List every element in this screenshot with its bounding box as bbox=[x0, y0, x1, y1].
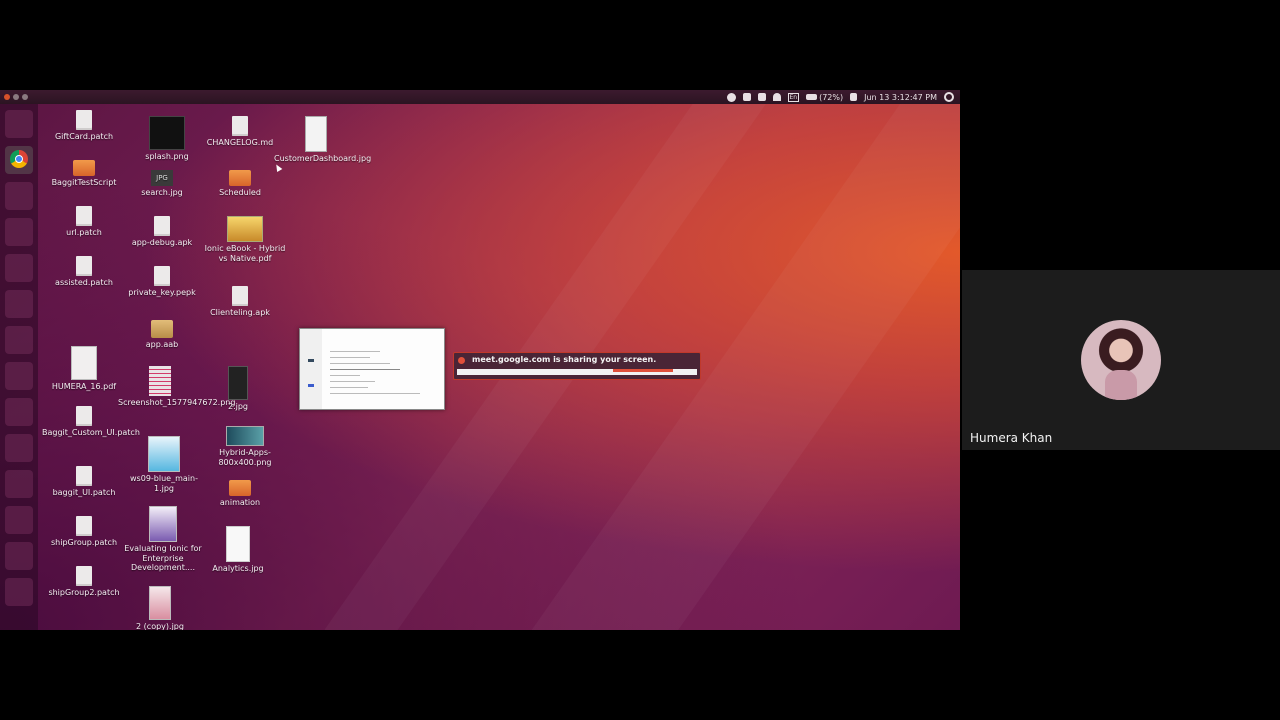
share-message: meet.google.com is sharing your screen. bbox=[472, 355, 657, 364]
markdown-file-icon bbox=[232, 116, 248, 136]
launcher-item-app[interactable] bbox=[5, 326, 33, 354]
apk-file-icon bbox=[154, 216, 170, 236]
chrome-icon bbox=[10, 150, 28, 168]
desktop-file[interactable]: Ionic eBook - Hybrid vs Native.pdf bbox=[203, 216, 287, 263]
desktop-file[interactable]: url.patch bbox=[42, 206, 126, 238]
desktop-file[interactable]: 2.jpg bbox=[196, 366, 280, 412]
desktop-file[interactable]: assisted.patch bbox=[42, 256, 126, 288]
desktop-file[interactable]: CustomerDashboard.jpg bbox=[274, 116, 371, 164]
chrome-tray-icon[interactable] bbox=[726, 92, 736, 102]
desktop-file[interactable]: Clienteling.apk bbox=[198, 286, 282, 318]
maximize-icon[interactable] bbox=[22, 94, 28, 100]
desktop-file[interactable]: Baggit_Custom_UI.patch bbox=[42, 406, 140, 438]
jpg-icon: JPG bbox=[151, 170, 173, 186]
printer-icon[interactable] bbox=[757, 93, 766, 101]
desktop-file[interactable]: Evaluating Ionic for Enterprise Developm… bbox=[121, 506, 205, 573]
key-file-icon bbox=[154, 266, 170, 286]
desktop-file[interactable]: Screenshot_1577947672.png bbox=[118, 366, 235, 408]
folder-icon bbox=[229, 170, 251, 186]
clock[interactable]: Jun 13 3:12:47 PM bbox=[864, 93, 937, 102]
desktop-file[interactable]: private_key.pepk bbox=[120, 266, 204, 298]
desktop-file[interactable]: Analytics.jpg bbox=[196, 526, 280, 574]
pdf-thumbnail-icon bbox=[227, 216, 263, 242]
launcher-item-app[interactable] bbox=[5, 398, 33, 426]
battery-icon bbox=[806, 94, 818, 100]
desktop-file[interactable]: shipGroup.patch bbox=[42, 516, 126, 548]
desktop-file[interactable]: GiftCard.patch bbox=[42, 110, 126, 142]
screen-share-notification: meet.google.com is sharing your screen. bbox=[453, 352, 701, 380]
image-thumbnail-icon bbox=[228, 366, 248, 400]
patch-file-icon bbox=[76, 516, 92, 536]
folder-icon bbox=[73, 160, 95, 176]
stop-share-icon[interactable] bbox=[458, 357, 465, 364]
pdf-thumbnail-icon bbox=[149, 506, 177, 542]
desktop-file[interactable]: shipGroup2.patch bbox=[42, 566, 126, 598]
desktop-file[interactable]: CHANGELOG.md bbox=[198, 116, 282, 148]
launcher-item-app[interactable] bbox=[5, 362, 33, 390]
window-preview-thumbnail[interactable] bbox=[299, 328, 445, 410]
launcher-item-app[interactable] bbox=[5, 434, 33, 462]
desktop-file[interactable]: Hybrid-Apps-800x400.png bbox=[203, 426, 287, 467]
minimize-icon[interactable] bbox=[13, 94, 19, 100]
ubuntu-desktop: En (72%) Jun 13 3:12:47 PM GiftCard.patc… bbox=[0, 90, 960, 630]
apk-file-icon bbox=[232, 286, 248, 306]
desktop-file[interactable]: JPG search.jpg bbox=[120, 170, 204, 198]
patch-file-icon bbox=[76, 256, 92, 276]
battery-indicator[interactable]: (72%) bbox=[806, 93, 843, 102]
dash-home-icon[interactable] bbox=[5, 110, 33, 138]
launcher-item-trash[interactable] bbox=[5, 578, 33, 606]
launcher-item-files[interactable] bbox=[5, 182, 33, 210]
participant-name: Humera Khan bbox=[970, 431, 1053, 445]
desktop-file[interactable]: baggit_UI.patch bbox=[42, 466, 126, 498]
battery-percent: (72%) bbox=[819, 92, 844, 102]
window-controls bbox=[4, 94, 28, 100]
shared-screen-area: En (72%) Jun 13 3:12:47 PM GiftCard.patc… bbox=[0, 0, 960, 720]
desktop-folder[interactable]: Scheduled bbox=[198, 170, 282, 198]
patch-file-icon bbox=[76, 566, 92, 586]
image-thumbnail-icon bbox=[226, 526, 250, 562]
image-thumbnail-icon bbox=[149, 366, 171, 396]
image-thumbnail-icon bbox=[148, 436, 180, 472]
image-thumbnail-icon bbox=[149, 586, 171, 620]
stop-sharing-button[interactable] bbox=[613, 369, 673, 372]
launcher-item-app[interactable] bbox=[5, 506, 33, 534]
image-thumbnail-icon bbox=[149, 116, 185, 150]
patch-file-icon bbox=[76, 466, 92, 486]
avatar bbox=[1081, 320, 1161, 400]
image-thumbnail-icon bbox=[305, 116, 327, 152]
launcher-item-app[interactable] bbox=[5, 542, 33, 570]
launcher-item-terminal[interactable] bbox=[5, 254, 33, 282]
system-tray: En (72%) Jun 13 3:12:47 PM bbox=[726, 90, 954, 104]
patch-file-icon bbox=[76, 110, 92, 130]
participant-tile[interactable]: Humera Khan bbox=[962, 270, 1280, 450]
desktop-file[interactable]: 2 (copy).jpg bbox=[118, 586, 202, 630]
patch-file-icon bbox=[76, 206, 92, 226]
desktop-file[interactable]: app.aab bbox=[120, 320, 204, 350]
pdf-icon bbox=[71, 346, 97, 380]
power-gear-icon[interactable] bbox=[944, 92, 954, 102]
launcher-item-app[interactable] bbox=[5, 470, 33, 498]
folder-icon bbox=[229, 480, 251, 496]
desktop-file[interactable]: splash.png bbox=[125, 116, 209, 162]
keyboard-icon[interactable]: En bbox=[787, 92, 800, 102]
launcher-item-app[interactable] bbox=[5, 218, 33, 246]
top-panel: En (72%) Jun 13 3:12:47 PM bbox=[0, 90, 960, 104]
image-thumbnail-icon bbox=[226, 426, 264, 446]
desktop-file[interactable]: ws09-blue_main-1.jpg bbox=[122, 436, 206, 493]
share-controls-bar bbox=[457, 369, 697, 375]
desktop-file[interactable]: app-debug.apk bbox=[120, 216, 204, 248]
desktop-folder[interactable]: BaggitTestScript bbox=[42, 160, 126, 188]
launcher-item-app[interactable] bbox=[5, 290, 33, 318]
patch-file-icon bbox=[76, 406, 92, 426]
desktop-file[interactable]: HUMERA_16.pdf bbox=[42, 346, 126, 392]
volume-icon[interactable] bbox=[850, 93, 858, 101]
dropbox-icon[interactable] bbox=[742, 93, 751, 101]
desktop-folder[interactable]: animation bbox=[198, 480, 282, 508]
wifi-icon[interactable] bbox=[772, 93, 781, 101]
package-icon bbox=[151, 320, 173, 338]
close-icon[interactable] bbox=[4, 94, 10, 100]
unity-launcher bbox=[0, 104, 38, 630]
launcher-item-chrome[interactable] bbox=[5, 146, 33, 174]
